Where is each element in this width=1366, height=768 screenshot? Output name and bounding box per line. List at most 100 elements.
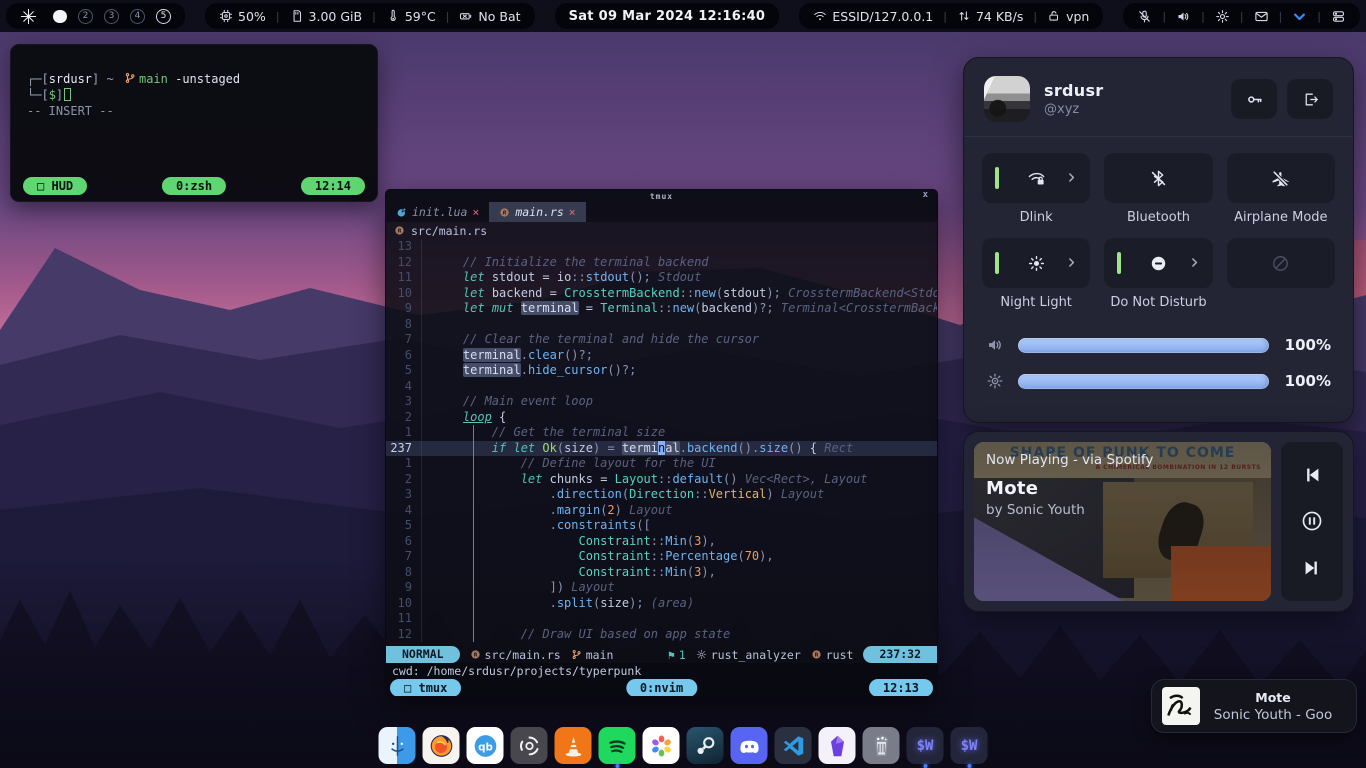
volume-icon[interactable] — [1176, 9, 1191, 24]
volume-slider-value: 100% — [1283, 336, 1331, 354]
dock-item-photos[interactable] — [643, 727, 680, 764]
mic-muted-icon[interactable] — [1137, 9, 1152, 24]
dock-item-obs[interactable] — [511, 727, 548, 764]
dock-item-vscode[interactable] — [775, 727, 812, 764]
dock-item-wezterm-2[interactable]: $W — [951, 727, 988, 764]
tab-label: main.rs — [515, 205, 563, 219]
notification-popup[interactable]: Mote Sonic Youth - Goo — [1151, 679, 1357, 733]
dock-item-qbittorrent[interactable]: qb — [467, 727, 504, 764]
previous-track-icon[interactable] — [1301, 464, 1323, 486]
tmux-clock-pill: 12:13 — [869, 679, 933, 697]
code-line: 2 let chunks = Layout::default() Vec<Rec… — [386, 472, 937, 488]
workspace-2[interactable]: 2 — [78, 9, 93, 24]
tmux-window-pill[interactable]: 0:nvim — [626, 679, 697, 697]
dock-item-obsidian[interactable] — [819, 727, 856, 764]
volume-icon — [986, 336, 1004, 354]
tab-close-button[interactable]: × — [569, 205, 576, 219]
toggle-night-light[interactable] — [982, 238, 1090, 288]
chevron-right-icon[interactable] — [1188, 256, 1201, 269]
mail-icon[interactable] — [1254, 9, 1269, 24]
toggle-do-not-disturb[interactable] — [1104, 238, 1212, 288]
bluetooth-off-icon — [1149, 169, 1168, 188]
toggle-airplane-mode[interactable] — [1227, 153, 1335, 203]
volume-slider[interactable] — [1018, 338, 1269, 353]
workspace-1-focused[interactable] — [53, 10, 67, 23]
nvim-cmdline: cwd: /home/srdusr/projects/typerpunk — [386, 663, 937, 679]
line-number: 9 — [386, 301, 422, 317]
toggle-bluetooth[interactable] — [1104, 153, 1212, 203]
notification-body: Sonic Youth - Goo — [1200, 707, 1346, 723]
active-indicator — [995, 252, 999, 274]
gear-icon[interactable] — [1215, 9, 1230, 24]
brightness-slider[interactable] — [1018, 374, 1269, 389]
diagnostic-count: 1 — [679, 648, 686, 662]
media-controls — [1281, 442, 1343, 601]
prompt-path: ~ — [99, 72, 121, 86]
code-line: 10 let backend = CrosstermBackend::new(s… — [386, 286, 937, 302]
stat-value: 50% — [238, 9, 266, 24]
terminal-output: ┌─[srdusr] ~ main -unstaged └─[$] -- INS… — [11, 45, 377, 119]
stat-value: 3.00 GiB — [309, 9, 363, 24]
line-number: 237 — [386, 441, 422, 457]
network-value: ESSID/127.0.0.1 — [832, 9, 933, 24]
tmux-clock-pill: 12:14 — [301, 177, 365, 195]
workspace-4[interactable]: 4 — [130, 9, 145, 24]
chevron-right-icon[interactable] — [1065, 171, 1078, 184]
stat-value: 59°C — [405, 9, 436, 24]
prompt-symbol: $ — [49, 88, 56, 102]
key-button[interactable] — [1231, 79, 1277, 119]
dock-item-steam[interactable] — [687, 727, 724, 764]
notification-album-art — [1162, 687, 1200, 725]
workspace-3[interactable]: 3 — [104, 9, 119, 24]
tmux-session-pill[interactable]: □ HUD — [23, 177, 87, 195]
toggle-empty[interactable] — [1227, 238, 1335, 288]
next-track-icon[interactable] — [1301, 557, 1323, 579]
dock-item-firefox[interactable] — [423, 727, 460, 764]
pause-icon[interactable] — [1301, 510, 1323, 532]
code-line: 6 terminal.clear()?; — [386, 348, 937, 364]
battery-icon — [459, 9, 473, 23]
tmux-session-pill[interactable]: □ tmux — [390, 679, 461, 697]
line-number: 12 — [386, 255, 422, 271]
media-player-card: SHAPE OF PUNK TO COME A CHIMERICAL BOMBI… — [963, 431, 1354, 612]
dock-item-trash[interactable] — [863, 727, 900, 764]
scope-indent-guide — [473, 425, 474, 642]
chevron-down-icon[interactable] — [1292, 9, 1307, 24]
dock-item-file-manager[interactable] — [379, 727, 416, 764]
line-number: 2 — [386, 472, 422, 488]
wifi-icon — [813, 9, 827, 23]
chevron-right-icon[interactable] — [1065, 256, 1078, 269]
tab-init.lua[interactable]: init.lua× — [386, 202, 489, 222]
logout-button[interactable] — [1287, 79, 1333, 119]
toggle-label: Do Not Disturb — [1110, 295, 1206, 311]
top-bar: 2345 50%|3.00 GiB|59°C|No Bat Sat 09 Mar… — [0, 0, 1366, 32]
workspaces-island: 2345 — [6, 3, 185, 29]
deck-icon[interactable] — [1331, 9, 1346, 24]
tab-close-button[interactable]: × — [472, 205, 479, 219]
dock-item-label: $W — [961, 738, 978, 754]
flag-icon: ⚑ — [668, 648, 675, 662]
window-close-button[interactable]: x — [923, 190, 929, 200]
workspace-5[interactable]: 5 — [156, 9, 171, 24]
code-editor[interactable]: 1312 // Initialize the terminal backend1… — [386, 239, 937, 646]
line-number: 11 — [386, 270, 422, 286]
prompt-frame: ┌─[ — [27, 72, 49, 86]
network-island: ESSID/127.0.0.1|74 KB/s|vpn — [799, 3, 1103, 29]
dock-item-wezterm-1[interactable]: $W — [907, 727, 944, 764]
svg-text:R: R — [473, 652, 477, 658]
dock-item-discord[interactable] — [731, 727, 768, 764]
active-indicator — [1117, 252, 1121, 274]
memory-icon — [290, 9, 304, 23]
code-line: 12 // Draw UI based on app state — [386, 627, 937, 643]
dock-item-vlc[interactable] — [555, 727, 592, 764]
track-artist: by Sonic Youth — [986, 502, 1085, 518]
line-number: 10 — [386, 596, 422, 612]
stat-2: 59°C — [386, 9, 436, 24]
tab-main.rs[interactable]: Rmain.rs× — [489, 202, 585, 222]
dock-item-spotify[interactable] — [599, 727, 636, 764]
tmux-window-pill[interactable]: 0:zsh — [162, 177, 226, 195]
stat-3: No Bat — [459, 9, 520, 24]
wifi-lock-icon — [1027, 169, 1046, 188]
toggle-dlink[interactable] — [982, 153, 1090, 203]
track-title: Mote — [986, 478, 1038, 499]
